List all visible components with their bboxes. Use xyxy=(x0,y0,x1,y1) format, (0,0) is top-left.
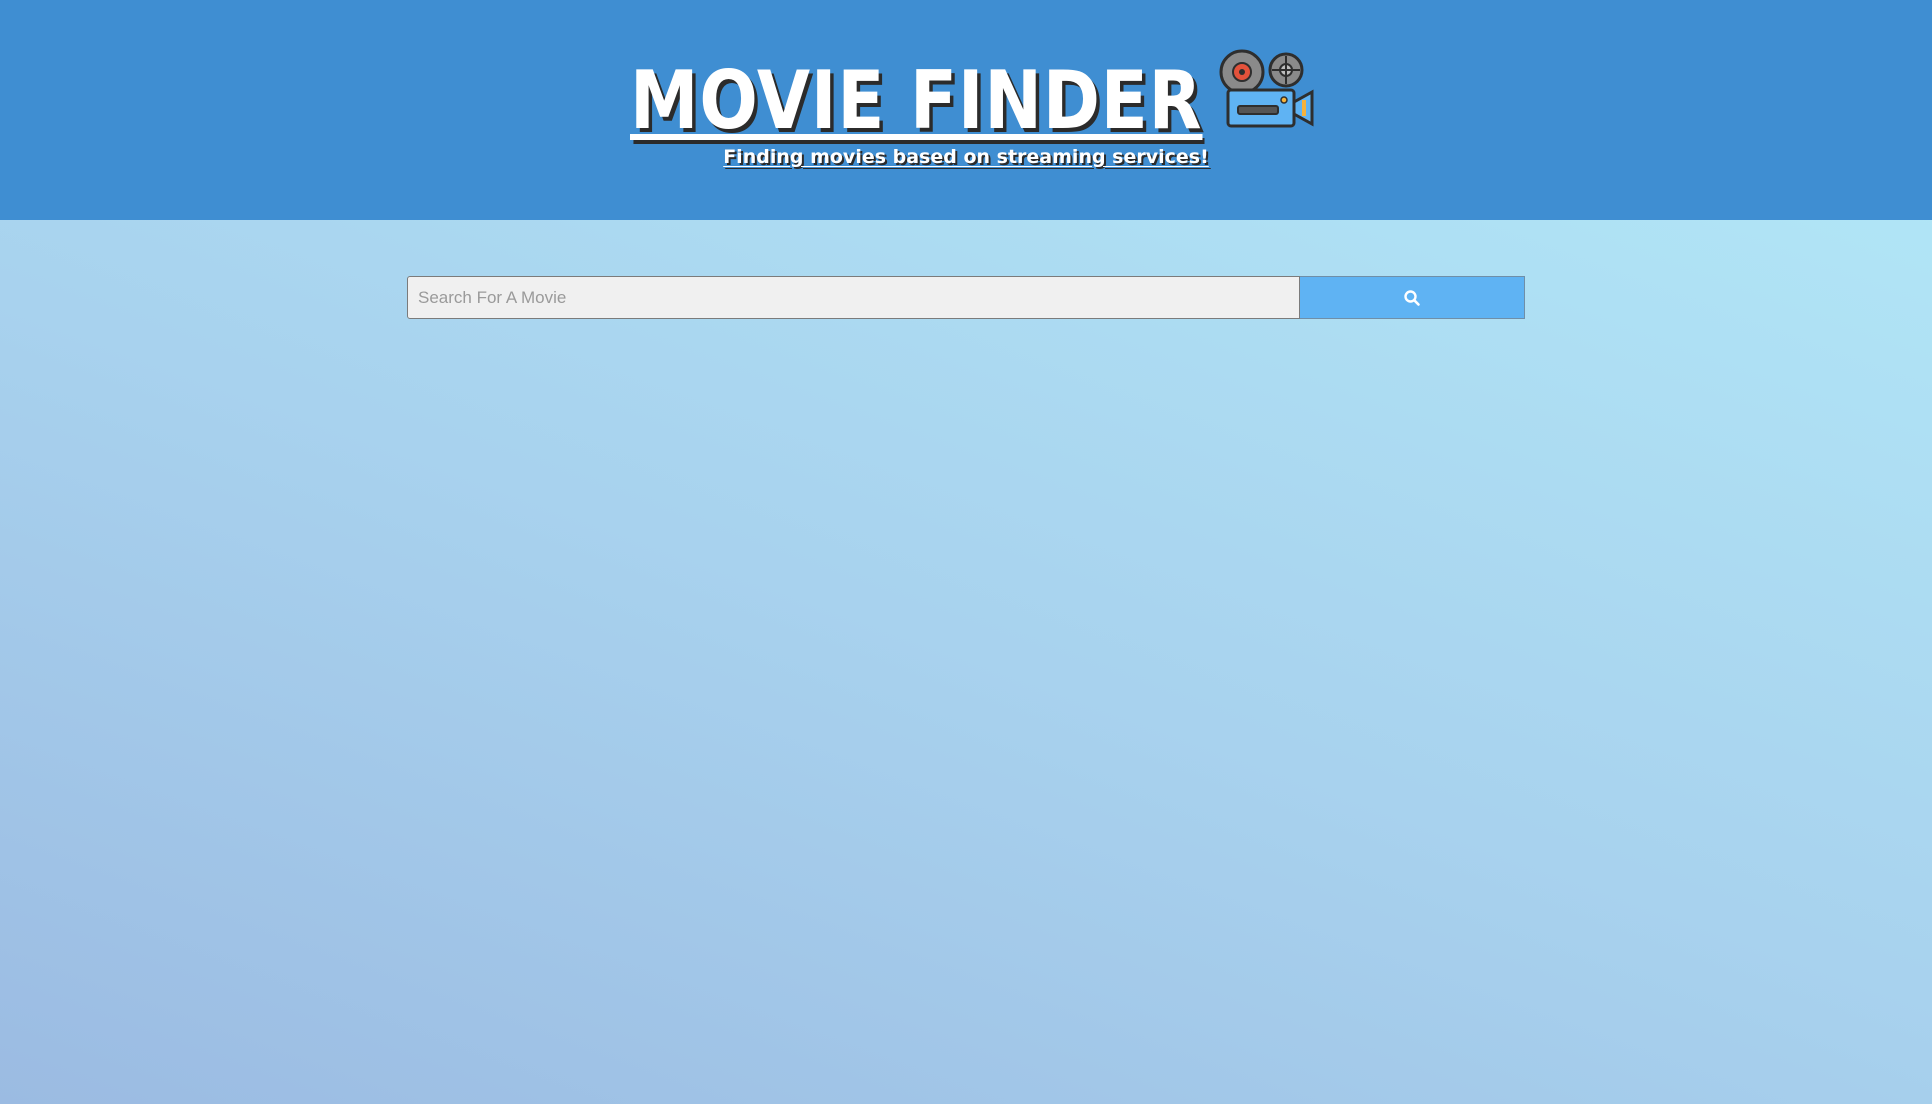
title-row: MOVIE FINDER xyxy=(630,44,1316,144)
search-input[interactable] xyxy=(407,276,1300,319)
search-icon xyxy=(1404,289,1420,306)
header-banner: MOVIE FINDER Finding movies based on str… xyxy=(0,0,1932,220)
movie-camera-icon xyxy=(1219,49,1314,128)
search-button[interactable] xyxy=(1300,276,1525,319)
page-title: MOVIE FINDER xyxy=(630,54,1203,147)
search-bar xyxy=(407,276,1525,319)
page-subtitle: Finding movies based on streaming servic… xyxy=(723,146,1209,168)
